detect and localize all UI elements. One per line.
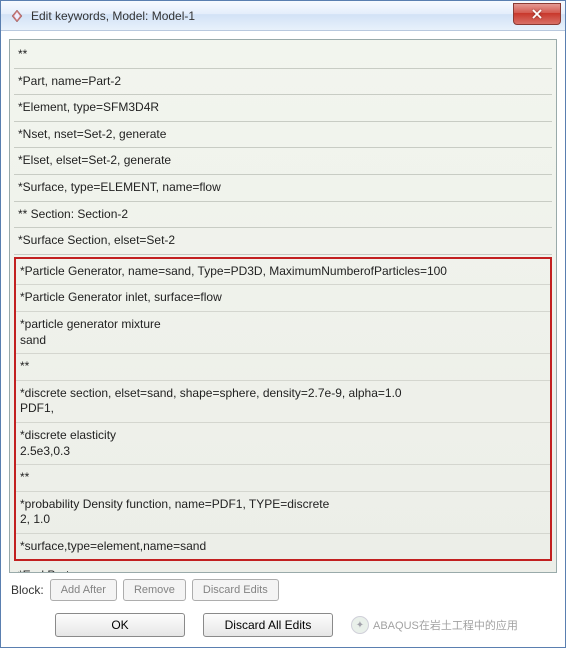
keyword-line[interactable]: *End Part xyxy=(14,563,552,573)
add-after-button[interactable]: Add After xyxy=(50,579,117,601)
discard-all-button[interactable]: Discard All Edits xyxy=(203,613,333,637)
keyword-line[interactable]: *Elset, elset=Set-2, generate xyxy=(14,148,552,175)
discard-edits-button[interactable]: Discard Edits xyxy=(192,579,279,601)
keyword-line[interactable]: *Surface, type=ELEMENT, name=flow xyxy=(14,175,552,202)
keyword-line[interactable]: ** xyxy=(14,42,552,69)
window-title: Edit keywords, Model: Model-1 xyxy=(31,9,513,23)
block-label: Block: xyxy=(11,583,44,597)
keyword-line[interactable]: *particle generator mixture sand xyxy=(16,312,550,354)
content-area: ** *Part, name=Part-2 *Element, type=SFM… xyxy=(1,31,565,607)
keyword-line[interactable]: *Particle Generator, name=sand, Type=PD3… xyxy=(16,259,550,286)
highlighted-block: *Particle Generator, name=sand, Type=PD3… xyxy=(14,257,552,562)
remove-button[interactable]: Remove xyxy=(123,579,186,601)
keyword-line[interactable]: *discrete section, elset=sand, shape=sph… xyxy=(16,381,550,423)
keyword-line[interactable]: *Surface Section, elset=Set-2 xyxy=(14,228,552,255)
watermark: ✦ ABAQUS在岩土工程中的应用 xyxy=(351,616,557,634)
close-icon xyxy=(531,9,543,19)
keyword-line[interactable]: *Part, name=Part-2 xyxy=(14,69,552,96)
close-button[interactable] xyxy=(513,3,561,25)
app-icon xyxy=(9,8,25,24)
block-toolbar: Block: Add After Remove Discard Edits xyxy=(9,573,557,607)
dialog-window: Edit keywords, Model: Model-1 ** *Part, … xyxy=(0,0,566,648)
ok-button[interactable]: OK xyxy=(55,613,185,637)
keyword-line[interactable]: ** xyxy=(16,465,550,492)
titlebar: Edit keywords, Model: Model-1 xyxy=(1,1,565,31)
keyword-line[interactable]: *discrete elasticity 2.5e3,0.3 xyxy=(16,423,550,465)
watermark-text: ABAQUS在岩土工程中的应用 xyxy=(373,617,518,633)
keyword-line[interactable]: *Particle Generator inlet, surface=flow xyxy=(16,285,550,312)
keyword-line[interactable]: *surface,type=element,name=sand xyxy=(16,534,550,560)
keyword-line[interactable]: ** xyxy=(16,354,550,381)
dialog-footer: OK Discard All Edits ✦ ABAQUS在岩土工程中的应用 xyxy=(1,607,565,647)
keyword-line[interactable]: *Nset, nset=Set-2, generate xyxy=(14,122,552,149)
keyword-line[interactable]: *probability Density function, name=PDF1… xyxy=(16,492,550,534)
keyword-line[interactable]: ** Section: Section-2 xyxy=(14,202,552,229)
keyword-list[interactable]: ** *Part, name=Part-2 *Element, type=SFM… xyxy=(9,39,557,573)
keyword-line[interactable]: *Element, type=SFM3D4R xyxy=(14,95,552,122)
watermark-icon: ✦ xyxy=(351,616,369,634)
